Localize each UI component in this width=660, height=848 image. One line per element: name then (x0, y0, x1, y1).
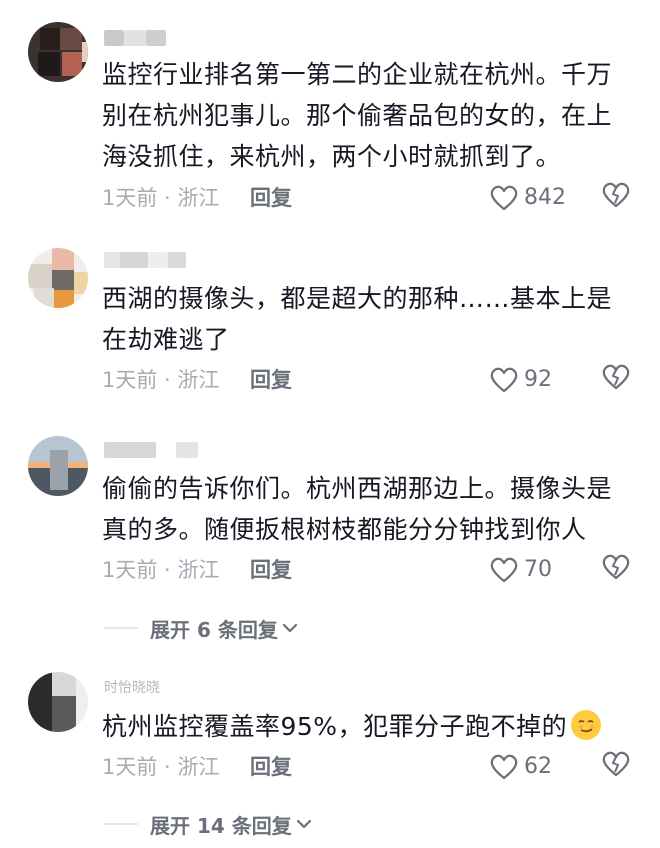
dislike-button[interactable] (602, 182, 630, 219)
heart-icon (490, 754, 518, 780)
avatar[interactable] (28, 248, 88, 308)
chevron-down-icon (282, 623, 297, 633)
expand-replies-button[interactable]: 展开 14 条回复 (104, 808, 312, 840)
reply-button[interactable]: 回复 (250, 749, 292, 785)
comment-text: 偷偷的告诉你们。杭州西湖那边上。摄像头是真的多。随便扳根树枝都能分分钟找到你人 (102, 474, 613, 544)
like-button[interactable]: 70 (490, 552, 552, 588)
chevron-down-icon (296, 819, 311, 829)
username[interactable]: 时怡晓晓 (104, 680, 160, 696)
dislike-button[interactable] (602, 364, 630, 401)
comment-meta: 1天前 · 浙江 回复 70 (102, 552, 642, 588)
expand-replies-label: 展开 6 条回复 (150, 617, 278, 642)
like-button[interactable]: 842 (490, 180, 566, 216)
dislike-button[interactable] (602, 554, 630, 591)
comment-text-content: 杭州监控覆盖率95%，犯罪分子跑不掉的 (102, 712, 568, 741)
comment-text: 杭州监控覆盖率95%，犯罪分子跑不掉的 (102, 706, 632, 747)
avatar[interactable] (28, 672, 88, 732)
time-location: 1天前 · 浙江 (102, 755, 220, 779)
like-count: 70 (524, 557, 552, 582)
heart-icon (490, 367, 518, 393)
reply-button[interactable]: 回复 (250, 362, 292, 398)
avatar[interactable] (28, 436, 88, 496)
broken-heart-icon (602, 182, 630, 208)
username[interactable] (104, 252, 186, 268)
avatar-image (28, 22, 88, 82)
broken-heart-icon (602, 554, 630, 580)
comment-meta: 1天前 · 浙江 回复 92 (102, 362, 642, 398)
avatar[interactable] (28, 22, 88, 82)
dislike-button[interactable] (602, 751, 630, 788)
divider (104, 627, 138, 629)
expand-replies-label: 展开 14 条回复 (150, 813, 292, 838)
avatar-image (28, 436, 88, 496)
like-count: 842 (524, 185, 566, 210)
time-location: 1天前 · 浙江 (102, 368, 220, 392)
username[interactable] (104, 442, 198, 458)
reply-button[interactable]: 回复 (250, 180, 292, 216)
time-location: 1天前 · 浙江 (102, 186, 220, 210)
broken-heart-icon (602, 364, 630, 390)
like-button[interactable]: 92 (490, 362, 552, 398)
divider (104, 823, 138, 825)
like-button[interactable]: 62 (490, 749, 552, 785)
like-count: 92 (524, 367, 552, 392)
comment-meta: 1天前 · 浙江 回复 62 (102, 749, 642, 785)
heart-icon (490, 557, 518, 583)
broken-heart-icon (602, 751, 630, 777)
avatar-image (28, 248, 88, 308)
comment-meta: 1天前 · 浙江 回复 842 (102, 180, 642, 216)
comment-text: 西湖的摄像头，都是超大的那种……基本上是在劫难逃了 (102, 284, 613, 354)
heart-icon (490, 185, 518, 211)
comment-text: 监控行业排名第一第二的企业就在杭州。千万别在杭州犯事儿。那个偷奢品包的女的，在上… (102, 60, 613, 171)
smirk-emoji-icon (571, 710, 602, 740)
time-location: 1天前 · 浙江 (102, 558, 220, 582)
username[interactable] (104, 30, 166, 46)
reply-button[interactable]: 回复 (250, 552, 292, 588)
expand-replies-button[interactable]: 展开 6 条回复 (104, 612, 298, 644)
like-count: 62 (524, 754, 552, 779)
avatar-image (28, 672, 88, 732)
